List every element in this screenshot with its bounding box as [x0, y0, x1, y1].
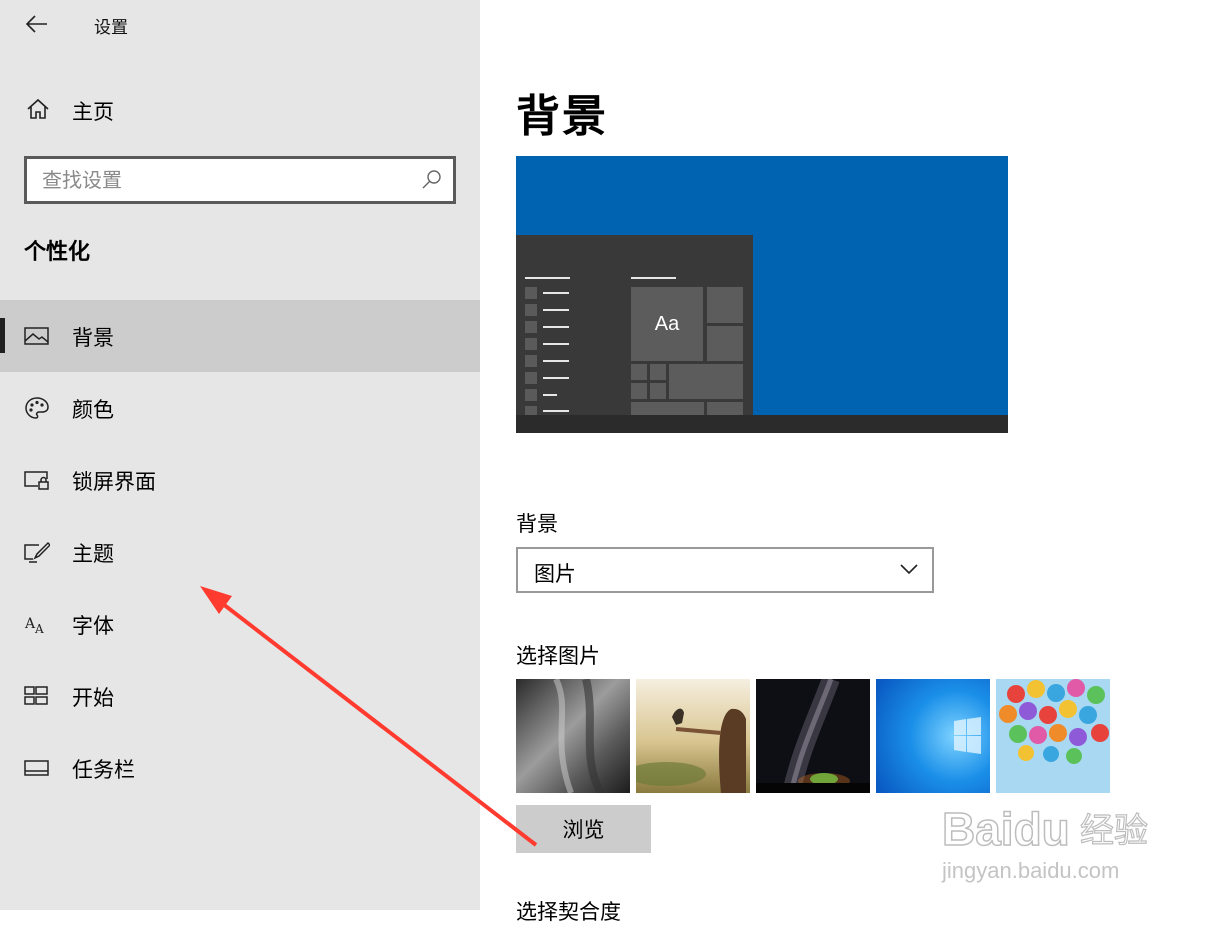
thumbnail-windows[interactable] [876, 679, 990, 793]
search-box [24, 156, 456, 204]
font-icon: A A [24, 616, 44, 635]
picture-icon [24, 327, 49, 345]
sidebar-item-label: 字体 [72, 614, 114, 638]
sidebar-item-start[interactable]: 开始 [0, 660, 480, 732]
window-title: 设置 [94, 18, 128, 38]
sidebar: 设置 主页 个性化 背景 颜色 [0, 0, 480, 910]
preview-tile: Aa [631, 287, 703, 361]
sidebar-item-label: 主页 [72, 100, 114, 124]
sidebar-item-colors[interactable]: 颜色 [0, 372, 480, 444]
thumbnail-bird[interactable] [636, 679, 750, 793]
back-button[interactable] [22, 10, 52, 38]
lock-screen-icon [24, 471, 49, 490]
taskbar-icon [24, 760, 49, 776]
page-title: 背景 [516, 91, 608, 142]
sidebar-item-background[interactable]: 背景 [0, 300, 480, 372]
background-label: 背景 [516, 512, 558, 536]
browse-button[interactable]: 浏览 [516, 805, 651, 853]
sidebar-item-label: 主题 [72, 542, 114, 566]
start-icon [24, 686, 48, 705]
sidebar-item-label: 颜色 [72, 398, 114, 422]
thumbnail-balloons[interactable] [996, 679, 1110, 793]
section-title: 个性化 [24, 240, 91, 265]
picture-thumbnails [516, 679, 1116, 793]
sidebar-nav: 背景 颜色 锁屏界面 主题 A A 字体 开始 任务栏 [0, 300, 480, 804]
sidebar-item-label: 开始 [72, 686, 114, 710]
thumbnail-milky-way[interactable] [756, 679, 870, 793]
sidebar-item-lock-screen[interactable]: 锁屏界面 [0, 444, 480, 516]
home-icon [27, 98, 49, 119]
arrow-left-icon [26, 15, 47, 33]
sidebar-item-label: 背景 [72, 326, 114, 350]
sidebar-item-fonts[interactable]: A A 字体 [0, 588, 480, 660]
chevron-down-icon [900, 564, 918, 575]
palette-icon [25, 397, 49, 419]
sidebar-item-label: 任务栏 [72, 758, 135, 782]
main-panel: 背景 Aa 背景 图片 选择图片 浏览 选择契合度 [480, 0, 1226, 924]
thumbnail-rock[interactable] [516, 679, 630, 793]
svg-text:A: A [34, 622, 44, 635]
sidebar-item-label: 锁屏界面 [72, 470, 156, 494]
sidebar-item-taskbar[interactable]: 任务栏 [0, 732, 480, 804]
background-dropdown[interactable]: 图片 [516, 547, 934, 593]
theme-brush-icon [24, 541, 50, 563]
choose-fit-label: 选择契合度 [516, 900, 621, 924]
desktop-preview: Aa [516, 156, 1008, 433]
sidebar-item-themes[interactable]: 主题 [0, 516, 480, 588]
search-icon[interactable] [421, 169, 443, 191]
dropdown-value: 图片 [534, 562, 576, 586]
search-input[interactable] [27, 159, 422, 201]
choose-picture-label: 选择图片 [516, 644, 600, 668]
sidebar-item-home[interactable]: 主页 [0, 86, 480, 132]
taskbar-preview [516, 415, 1008, 433]
start-menu-preview: Aa [516, 235, 753, 418]
